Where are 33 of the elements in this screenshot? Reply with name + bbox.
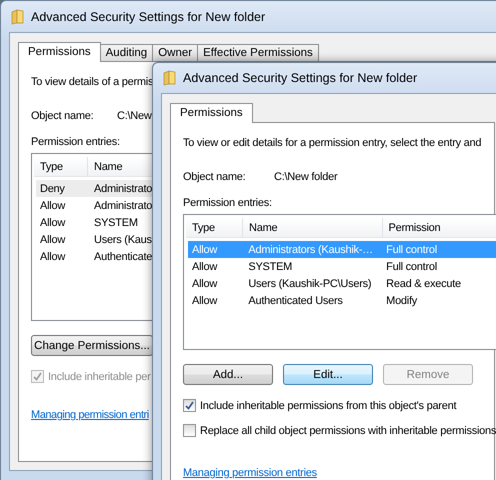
help-link[interactable]: Managing permission entries (183, 467, 317, 479)
dialog-button[interactable]: Add... (183, 364, 273, 385)
list-row[interactable]: Allow Users (Kaushik-PC\Users) Read & execute (188, 275, 496, 292)
object-name-value: C:\New folder (274, 171, 338, 183)
list-row[interactable]: Allow SYSTEM Full control (188, 258, 496, 275)
checkbox-label: Include inheritable permissions from this object's parent (200, 400, 456, 412)
help-link[interactable]: Managing permission entri (31, 409, 149, 421)
folder-icon (11, 8, 25, 24)
folder-icon (163, 70, 177, 86)
tab[interactable]: Effective Permissions (197, 44, 319, 61)
object-name-value: C:\New (117, 110, 152, 122)
instruction-text: To view or edit details for a permission entry, select the entry and (183, 137, 482, 149)
list-row[interactable]: Allow Authenticated Users Modify (188, 292, 496, 309)
column-header[interactable]: Permission (382, 218, 496, 237)
tab[interactable]: Auditing (100, 44, 154, 61)
object-name-label: Object name: (31, 110, 94, 122)
column-header[interactable]: Type (34, 157, 88, 176)
checkbox[interactable] (183, 424, 196, 437)
checkbox-label: Include inheritable per (48, 370, 150, 382)
column-header[interactable]: Type (186, 218, 244, 237)
tab[interactable]: Permissions (18, 42, 101, 62)
column-header[interactable]: Name (243, 218, 382, 237)
window-title: Advanced Security Settings for New folder (31, 10, 266, 24)
dialog-button[interactable]: Change Permissions... (31, 335, 153, 356)
instruction-text: To view details of a permis (31, 76, 154, 88)
tab[interactable]: Permissions (170, 103, 253, 123)
tab[interactable]: Owner (152, 44, 198, 61)
dialog-button[interactable]: Edit... (283, 364, 373, 385)
window-title: Advanced Security Settings for New folder (183, 71, 418, 85)
entries-label: Permission entries: (183, 197, 272, 209)
checkbox-label: Replace all child object permissions with inheritable permissions (200, 424, 496, 436)
entries-label: Permission entries: (31, 136, 120, 148)
checkbox[interactable] (183, 399, 196, 412)
